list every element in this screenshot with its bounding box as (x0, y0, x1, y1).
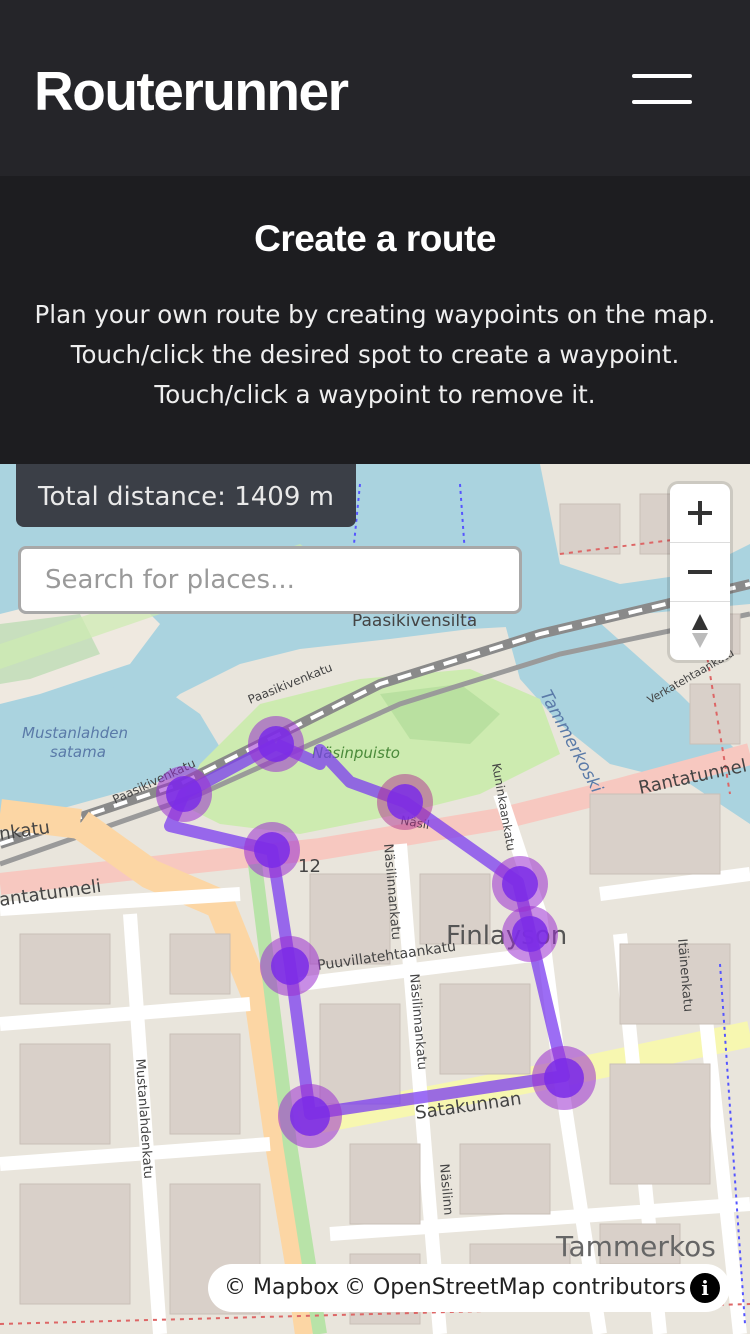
osm-attribution-link[interactable]: © OpenStreetMap contributors (344, 1264, 686, 1312)
zoom-controls (670, 484, 730, 660)
map-attribution: © Mapbox © OpenStreetMap contributors (208, 1264, 730, 1312)
waypoint-core (254, 832, 290, 868)
label-tammerkoski-2: Tammerkos (555, 1230, 716, 1263)
mapbox-attribution-link[interactable]: © Mapbox (224, 1264, 339, 1312)
waypoint-core (290, 1096, 330, 1136)
navbar: Routerunner (0, 0, 750, 176)
waypoint-core (544, 1058, 584, 1098)
plus-icon (688, 501, 712, 525)
label-road-12: 12 (298, 856, 321, 877)
reset-bearing-button[interactable] (670, 601, 730, 660)
intro-section: Create a route Plan your own route by cr… (0, 176, 750, 464)
menu-bar-top (632, 74, 692, 78)
waypoint-core (512, 916, 548, 952)
compass-icon (692, 614, 708, 648)
instruction-line-1: Plan your own route by creating waypoint… (34, 300, 716, 329)
brand-logo[interactable]: Routerunner (34, 58, 349, 124)
hamburger-menu-icon[interactable] (618, 62, 706, 118)
search-input[interactable] (18, 546, 522, 614)
info-icon[interactable] (690, 1273, 720, 1303)
label-mustanlahden: Mustanlahden (22, 724, 128, 742)
zoom-in-button[interactable] (670, 484, 730, 542)
label-paasikivensilta: Paasikivensilta (352, 611, 477, 631)
waypoint-core (166, 776, 202, 812)
instruction-line-2: Touch/click the desired spot to create a… (70, 340, 680, 369)
label-satama: satama (50, 743, 106, 761)
total-distance: Total distance: 1409 m (16, 464, 356, 527)
page-title: Create a route (254, 218, 496, 259)
minus-icon (688, 570, 712, 574)
waypoint-core (387, 784, 423, 820)
waypoint-core (271, 947, 309, 985)
route-map[interactable]: Paasikivensilta Paasikivenkatu Paasikive… (0, 464, 750, 1334)
waypoint-core (258, 726, 294, 762)
zoom-out-button[interactable] (670, 542, 730, 601)
waypoint-core (502, 866, 538, 902)
menu-bar-bottom (632, 100, 692, 104)
instruction-line-3: Touch/click a waypoint to remove it. (154, 380, 596, 409)
